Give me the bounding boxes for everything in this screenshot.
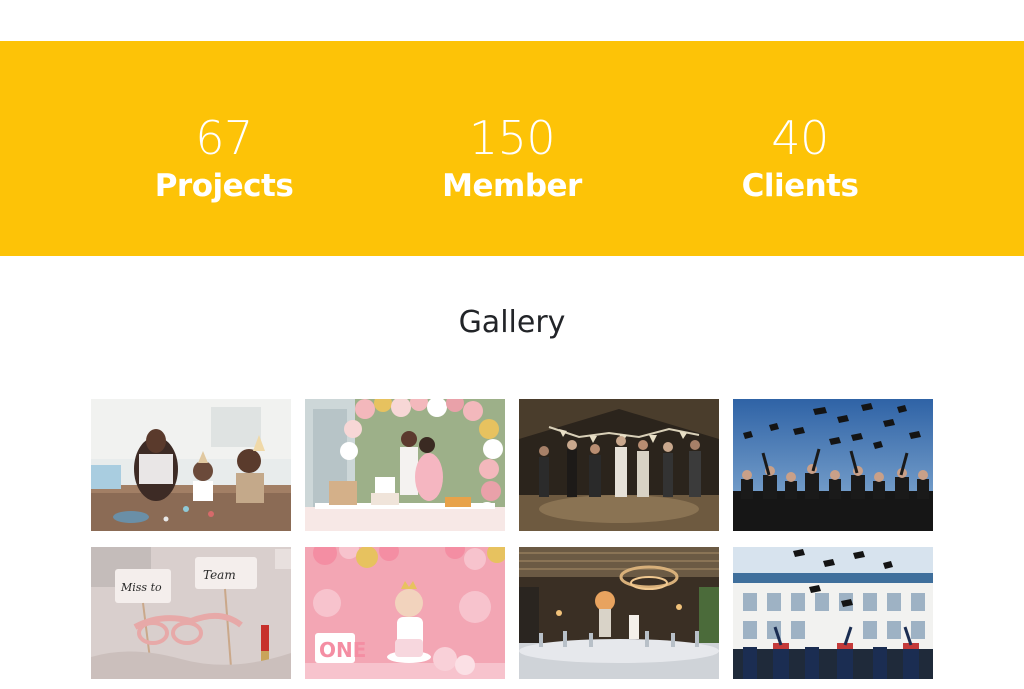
svg-text:Team: Team xyxy=(203,568,236,582)
stats-section: 67 Projects 150 Member 40 Clients xyxy=(0,41,1024,256)
cake-smash-image: ONE xyxy=(305,547,505,679)
banquet-hall-image xyxy=(519,547,719,679)
gallery-photo-graduation-building[interactable] xyxy=(733,547,933,679)
graduation-sky-image xyxy=(733,399,933,531)
stat-label: Clients xyxy=(741,168,859,204)
stat-label: Projects xyxy=(154,168,294,204)
gallery-photo-dance-party[interactable] xyxy=(519,399,719,531)
gallery-photo-graduation-sky[interactable] xyxy=(733,399,933,531)
stat-value: 40 xyxy=(771,111,829,165)
gallery-title: Gallery xyxy=(458,305,566,340)
baby-shower-image xyxy=(305,399,505,531)
stat-label: Member xyxy=(442,168,582,204)
svg-text:Miss to: Miss to xyxy=(120,581,162,594)
dance-party-image xyxy=(519,399,719,531)
gallery-photo-kids-birthday[interactable] xyxy=(91,399,291,531)
svg-text:ONE: ONE xyxy=(319,638,366,662)
stat-value: 150 xyxy=(468,111,556,165)
stat-value: 67 xyxy=(195,111,253,165)
bridal-props-image: Miss to Team xyxy=(91,547,291,679)
gallery-photo-cake-smash[interactable]: ONE xyxy=(305,547,505,679)
gallery-photo-baby-shower[interactable] xyxy=(305,399,505,531)
gallery-grid: Miss to Team ONE xyxy=(91,399,933,689)
gallery-photo-banquet-hall[interactable] xyxy=(519,547,719,679)
graduation-building-image xyxy=(733,547,933,679)
gallery-photo-bridal-props[interactable]: Miss to Team xyxy=(91,547,291,679)
birthday-party-image xyxy=(91,399,291,531)
